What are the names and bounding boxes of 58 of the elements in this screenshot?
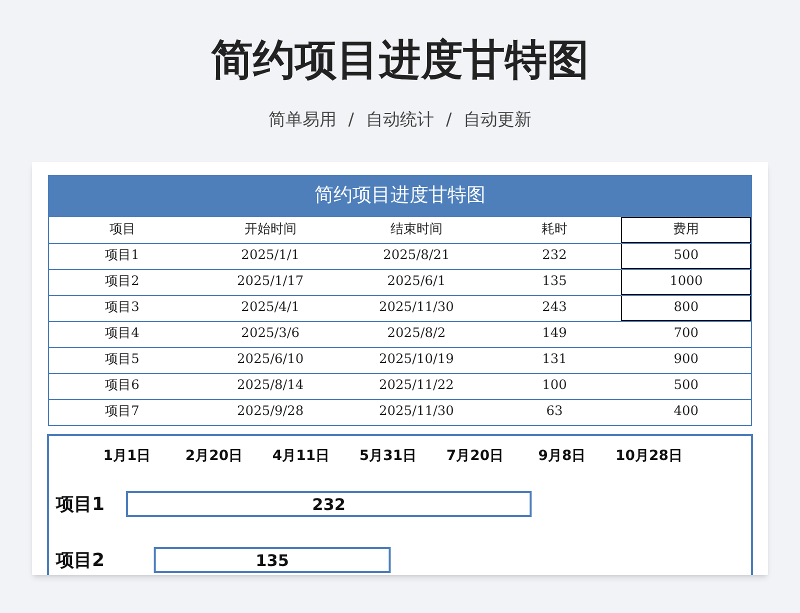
bar-value-label: 135 [256, 550, 289, 570]
table-cell-text: 2025/1/17 [236, 273, 305, 292]
table-cell-text: 232 [541, 247, 568, 266]
axis-tick-label: 9月8日 [538, 448, 586, 464]
table-cell-text: 131 [541, 351, 568, 370]
axis-tick-label: 10月28日 [616, 448, 682, 464]
table-cell-text: 2025/1/1 [240, 247, 301, 266]
table-cell-text: 700 [672, 325, 700, 344]
table-cell-text: 900 [672, 351, 700, 370]
table-cell-text: 2025/6/1 [386, 273, 447, 292]
separator: / [348, 109, 354, 132]
table-cell-text: 2025/10/19 [378, 351, 455, 370]
table-cell-text: 2025/4/1 [240, 299, 301, 318]
column-header: 费用 [621, 216, 752, 242]
table-cell-text: 2025/3/6 [240, 325, 301, 344]
table-cell-text: 135 [541, 273, 568, 292]
subtitle-text: 自动统计 [366, 109, 434, 132]
table-cell-text: 149 [541, 325, 568, 344]
table-cell-text: 项目5 [104, 351, 140, 370]
subtitle-text: 自动更新 [464, 109, 532, 132]
table-cell-text: 项目7 [104, 403, 140, 422]
table-cell-text: 2025/6/10 [236, 351, 305, 370]
table-cell-text: 2025/11/22 [378, 377, 455, 396]
subtitle-text: 简单易用 [268, 109, 336, 132]
table-cell: 1000 [621, 270, 752, 294]
table-cell-text: 2025/9/28 [236, 403, 305, 422]
table-cell-text: 2025/11/30 [378, 403, 455, 422]
table-cell-text: 2025/8/14 [236, 377, 305, 396]
table-cell-text: 项目3 [104, 299, 140, 318]
table-cell-text: 2025/8/2 [386, 325, 447, 344]
table-cell: 500 [621, 244, 752, 268]
axis-tick-label: 1月1日 [103, 448, 151, 464]
column-header: 耗时 [540, 220, 569, 239]
category-label: 项目1 [56, 494, 105, 514]
table-cell-text: 243 [541, 299, 568, 318]
table-title: 简约项目进度甘特图 [48, 174, 752, 216]
axis-tick-label: 2月20日 [185, 448, 243, 464]
column-header: 开始时间 [243, 220, 298, 239]
table-cell-text: 100 [541, 377, 568, 396]
table-cell-text: 项目4 [104, 325, 140, 344]
column-header: 项目 [108, 220, 136, 239]
separator: / [446, 109, 452, 132]
table-cell: 800 [621, 296, 752, 320]
bar-value-label: 232 [312, 494, 346, 514]
table-cell-text: 500 [672, 377, 700, 396]
table-cell-text: 400 [672, 403, 700, 422]
table-cell-text: 项目6 [104, 377, 140, 396]
table-cell-text: 2025/11/30 [378, 299, 455, 318]
category-label: 项目2 [56, 550, 105, 570]
column-header: 结束时间 [389, 220, 444, 239]
axis-tick-label: 7月20日 [446, 448, 504, 464]
table-cell-text: 项目1 [104, 247, 140, 266]
table-cell-text: 项目2 [104, 273, 140, 292]
table-cell-text: 63 [545, 403, 564, 422]
axis-tick-label: 4月11日 [272, 448, 330, 464]
table-cell-text: 2025/8/21 [382, 247, 451, 266]
page-title: 简约项目进度甘特图 [211, 34, 589, 86]
axis-tick-label: 5月31日 [359, 448, 417, 464]
